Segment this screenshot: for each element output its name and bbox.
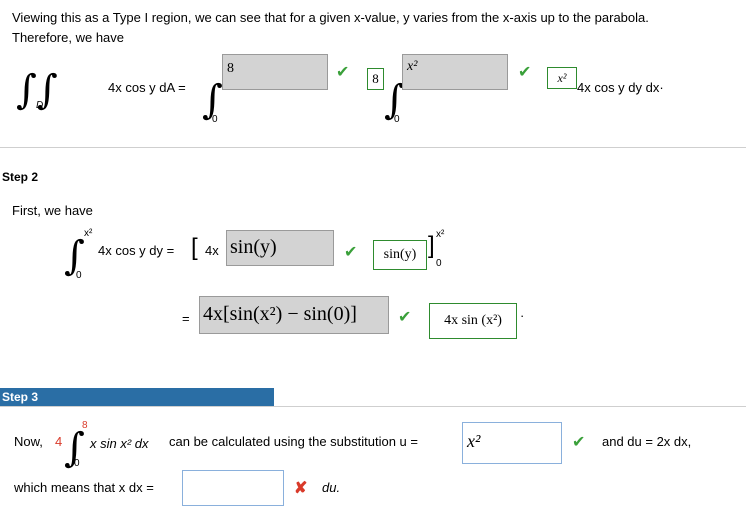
step3-which-means: which means that x dx = xyxy=(14,480,154,495)
integral-upper-limit: x² xyxy=(84,228,93,239)
x-dx-input[interactable] xyxy=(182,470,284,506)
eval-upper: x² xyxy=(436,229,445,240)
step3-now: Now, xyxy=(14,434,43,449)
inner-upper-limit-value: x² xyxy=(407,59,418,74)
check-icon: ✔ xyxy=(398,309,412,326)
check-icon: ✔ xyxy=(572,434,586,451)
expression-value: 4x[sin(x²) − sin(0)] xyxy=(203,303,357,325)
correct-answer-box: 8 xyxy=(367,68,384,90)
cross-icon: ✘ xyxy=(294,480,308,497)
correct-answer-box: x² xyxy=(547,67,577,89)
check-icon: ✔ xyxy=(344,244,358,261)
bracket-close: ] xyxy=(428,232,435,259)
step3-middle: can be calculated using the substitution… xyxy=(169,434,418,449)
step2-first: First, we have xyxy=(12,203,93,218)
divider xyxy=(0,147,746,148)
step1-intro: Viewing this as a Type I region, we can … xyxy=(12,10,649,45)
correct-answer-box: 4x sin (x²) xyxy=(429,303,517,339)
integral-lower-limit: 0 xyxy=(76,270,82,281)
integral-upper-limit: 8 xyxy=(82,420,88,431)
step2-prefix: 4x xyxy=(205,243,219,258)
step3-and-du: and du = 2x dx, xyxy=(602,434,692,449)
step3-du: du. xyxy=(322,480,341,495)
inner-upper-limit-input[interactable]: x² xyxy=(402,54,508,90)
eval-lower: 0 xyxy=(436,258,442,269)
substitution-u-value: x² xyxy=(467,431,481,451)
divider xyxy=(0,406,746,407)
outer-upper-limit-input[interactable]: 8 xyxy=(222,54,328,90)
antiderivative-value: sin(y) xyxy=(230,236,277,258)
outer-upper-limit-value: 8 xyxy=(227,61,234,76)
step1-integrand: 4x cos y dA = xyxy=(108,80,186,95)
step1-trailing: 4x cos y dy dx· xyxy=(577,80,664,95)
period: · xyxy=(520,308,525,323)
region-subscript: D xyxy=(36,100,44,111)
expression-input[interactable]: 4x[sin(x²) − sin(0)] xyxy=(199,296,389,334)
check-icon: ✔ xyxy=(518,64,532,81)
step2-title: Step 2 xyxy=(2,170,39,184)
outer-lower-limit: 0 xyxy=(212,114,218,125)
step3-integrand: x sin x² dx xyxy=(90,436,149,451)
step3-title: Step 3 xyxy=(0,388,274,406)
step3-coefficient: 4 xyxy=(55,434,63,449)
bracket-open: [ xyxy=(191,234,198,261)
check-icon: ✔ xyxy=(336,64,350,81)
substitution-u-input[interactable]: x² xyxy=(462,422,562,464)
antiderivative-input[interactable]: sin(y) xyxy=(226,230,334,266)
equals-sign: = xyxy=(182,311,190,326)
integral-lower-limit: 0 xyxy=(74,458,80,469)
correct-answer-box: sin(y) xyxy=(373,240,427,270)
step2-integrand: 4x cos y dy = xyxy=(98,243,175,258)
inner-lower-limit: 0 xyxy=(394,114,400,125)
